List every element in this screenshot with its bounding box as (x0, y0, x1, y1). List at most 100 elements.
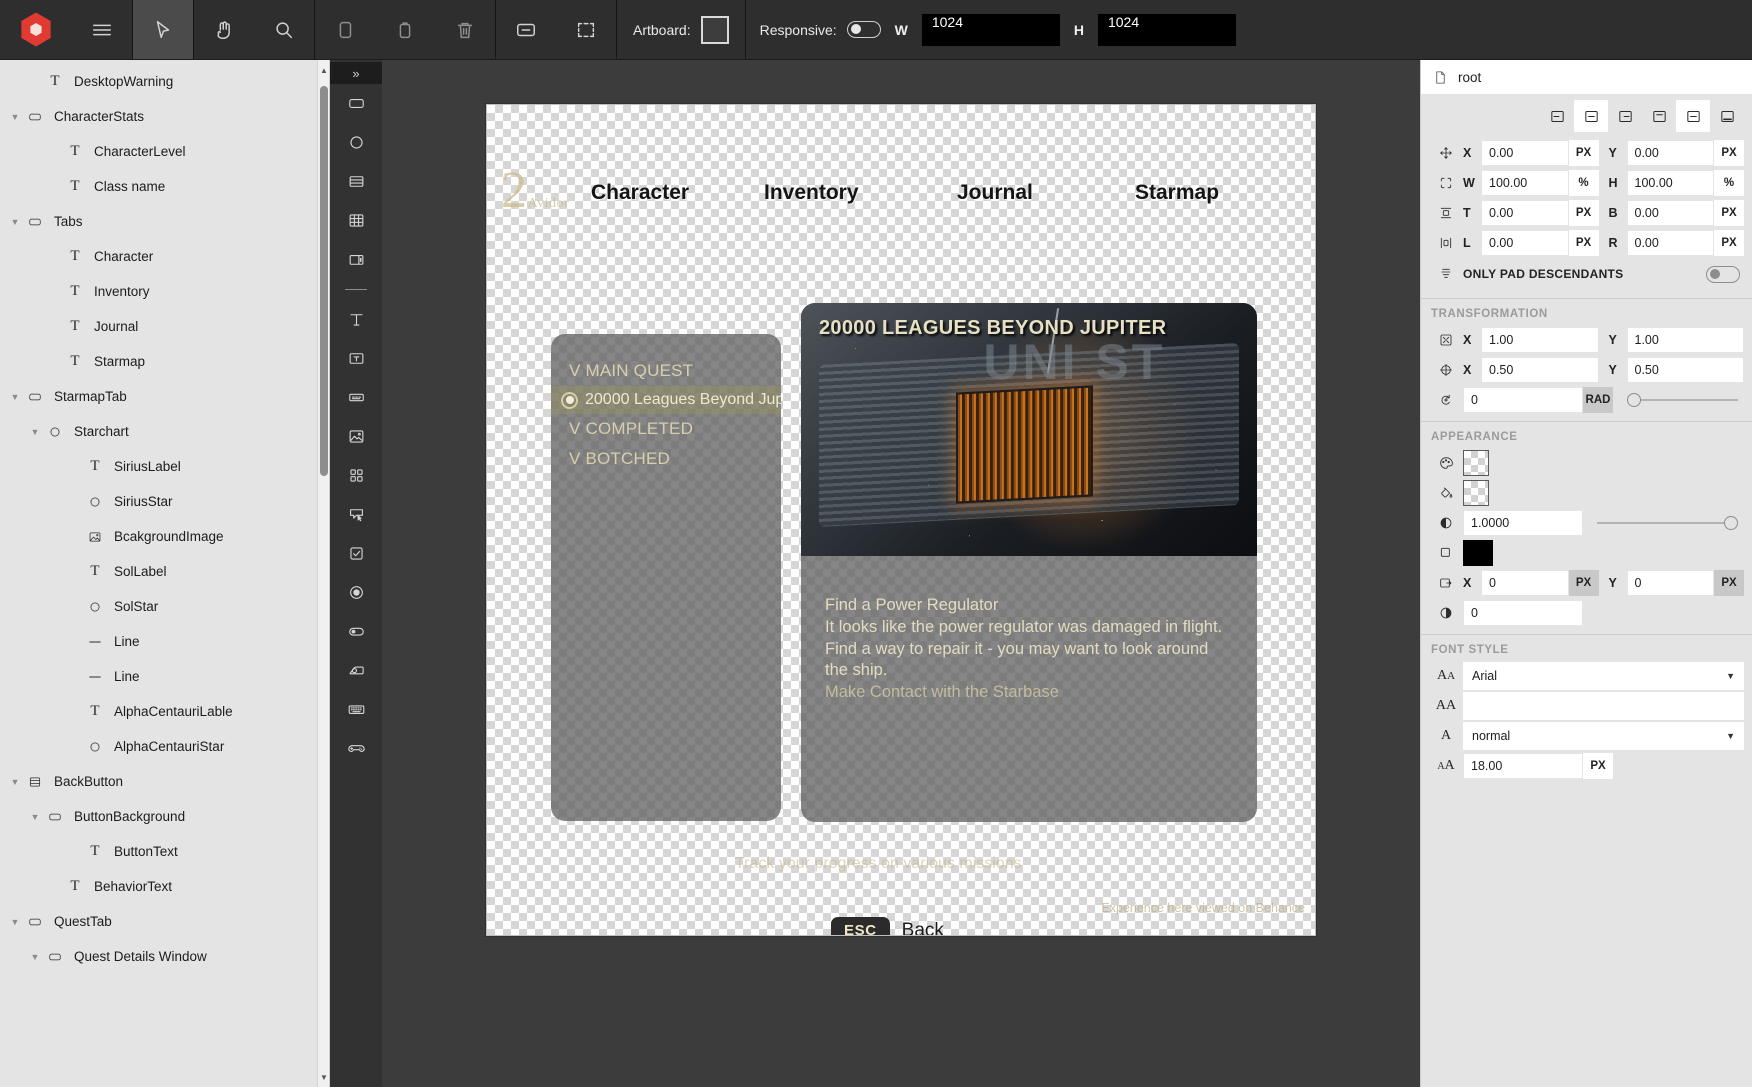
align-middle-v-icon[interactable] (1676, 100, 1710, 132)
layer-row-journal[interactable]: ▼TJournal (0, 309, 329, 344)
game-tab-starmap[interactable]: Starmap (1135, 181, 1219, 205)
scroll-up-icon[interactable]: ▲ (319, 64, 329, 76)
text-tool-icon[interactable] (330, 300, 382, 339)
properties-header[interactable]: root (1421, 60, 1752, 94)
r-unit[interactable]: PX (1714, 230, 1744, 256)
canvas-viewport[interactable]: 2Avidor Character Inventory Journal Star… (382, 60, 1420, 1087)
shadow-x-unit[interactable]: PX (1568, 570, 1599, 596)
game-tab-inventory[interactable]: Inventory (764, 181, 859, 205)
artboard-height-input[interactable]: 1024 (1097, 13, 1236, 46)
caret-down-icon[interactable]: ▼ (8, 390, 22, 404)
layer-row-siriusstar[interactable]: ▼SiriusStar (0, 484, 329, 519)
x-unit[interactable]: PX (1568, 140, 1599, 166)
scale-y-input[interactable]: 1.00 (1626, 327, 1744, 353)
w-input[interactable]: 100.00 (1481, 170, 1569, 196)
origin-y-input[interactable]: 0.50 (1626, 357, 1744, 383)
caret-down-icon[interactable]: ▼ (8, 915, 22, 929)
shadow-y-unit[interactable]: PX (1714, 570, 1744, 596)
scale-x-input[interactable]: 1.00 (1481, 327, 1599, 353)
keyboard-tool-icon[interactable] (330, 690, 382, 729)
layer-row-starchart[interactable]: ▼ Starchart (0, 414, 329, 449)
only-pad-descendants-toggle[interactable] (1706, 265, 1740, 283)
font-variant-input[interactable] (1463, 692, 1744, 720)
layer-row-siriuslabel[interactable]: ▼TSiriusLabel (0, 449, 329, 484)
expand-palette-icon[interactable]: » (330, 62, 382, 84)
align-right-icon[interactable] (1608, 100, 1642, 132)
caret-down-icon[interactable]: ▼ (28, 810, 42, 824)
layer-tree-scrollbar[interactable]: ▲ ▼ (317, 60, 329, 1087)
font-family-select[interactable]: Arial ▼ (1463, 662, 1744, 690)
b-unit[interactable]: PX (1714, 200, 1744, 226)
game-tab-journal[interactable]: Journal (957, 181, 1033, 205)
t-unit[interactable]: PX (1568, 200, 1599, 226)
rectangle-tool-icon[interactable] (330, 84, 382, 123)
stroke-swatch[interactable] (1463, 480, 1489, 506)
font-weight-select[interactable]: normal ▼ (1463, 722, 1744, 750)
caret-down-icon[interactable]: ▼ (8, 110, 22, 124)
layer-row-characterstats[interactable]: ▼ CharacterStats (0, 99, 329, 134)
hand-pan-icon[interactable] (194, 0, 254, 59)
button-tool-icon[interactable] (330, 495, 382, 534)
layer-row-starmap[interactable]: ▼TStarmap (0, 344, 329, 379)
paste-icon[interactable] (375, 0, 435, 59)
back-button[interactable]: ESC Back (831, 917, 944, 935)
app-logo[interactable] (0, 0, 72, 59)
caret-down-icon[interactable]: ▼ (28, 950, 42, 964)
layer-row-character[interactable]: ▼TCharacter (0, 239, 329, 274)
shadow-color-swatch[interactable] (1463, 540, 1493, 566)
origin-x-input[interactable]: 0.50 (1481, 357, 1599, 383)
layer-row-characterlevel[interactable]: ▼TCharacterLevel (0, 134, 329, 169)
quest-list-item-selected[interactable]: 20000 Leagues Beyond Jup (551, 386, 781, 414)
radio-tool-icon[interactable] (330, 573, 382, 612)
layer-row-backbutton[interactable]: ▼ BackButton (0, 764, 329, 799)
align-center-h-icon[interactable] (1574, 100, 1608, 132)
scroll-down-icon[interactable]: ▼ (319, 1071, 329, 1083)
slider-tool-icon[interactable] (330, 651, 382, 690)
layer-row-buttontext[interactable]: ▼TButtonText (0, 834, 329, 869)
w-unit[interactable]: % (1568, 170, 1599, 196)
image-tool-icon[interactable] (330, 417, 382, 456)
cursor-select-icon[interactable] (133, 0, 193, 59)
shadow-x-input[interactable]: 0 (1481, 570, 1569, 596)
gamepad-tool-icon[interactable] (330, 729, 382, 768)
search-icon[interactable] (254, 0, 314, 59)
quest-group-main[interactable]: V MAIN QUEST (551, 356, 781, 386)
fill-swatch[interactable] (1463, 450, 1489, 476)
layer-row-sollabel[interactable]: ▼TSolLabel (0, 554, 329, 589)
menu-icon[interactable] (72, 0, 132, 59)
l-unit[interactable]: PX (1568, 230, 1599, 256)
layer-row-quest-details-window[interactable]: ▼ Quest Details Window (0, 939, 329, 974)
grid-tool-icon[interactable] (330, 201, 382, 240)
copy-icon[interactable] (315, 0, 375, 59)
layer-row-questtab[interactable]: ▼ QuestTab (0, 904, 329, 939)
x-input[interactable]: 0.00 (1481, 140, 1569, 166)
layer-row-behaviortext[interactable]: ▼TBehaviorText (0, 869, 329, 904)
layer-row-alphacentaurilable[interactable]: ▼TAlphaCentauriLable (0, 694, 329, 729)
opacity-slider[interactable] (1597, 510, 1738, 536)
toggle-tool-icon[interactable] (330, 612, 382, 651)
align-left-icon[interactable] (1540, 100, 1574, 132)
r-input[interactable]: 0.00 (1626, 230, 1714, 256)
h-unit[interactable]: % (1714, 170, 1744, 196)
layer-row-class-name[interactable]: ▼TClass name (0, 169, 329, 204)
quest-group-botched[interactable]: V BOTCHED (551, 444, 781, 474)
align-top-icon[interactable] (1642, 100, 1676, 132)
opacity-input[interactable]: 1.0000 (1463, 510, 1583, 536)
trash-icon[interactable] (435, 0, 495, 59)
layer-row-buttonbackground[interactable]: ▼ ButtonBackground (0, 799, 329, 834)
align-bottom-icon[interactable] (1710, 100, 1744, 132)
ellipse-tool-icon[interactable] (330, 123, 382, 162)
list-tool-icon[interactable] (330, 162, 382, 201)
blur-input[interactable]: 0 (1463, 600, 1583, 626)
game-tab-character[interactable]: Character (591, 181, 689, 205)
artboard[interactable]: 2Avidor Character Inventory Journal Star… (486, 104, 1316, 936)
t-input[interactable]: 0.00 (1481, 200, 1569, 226)
scrollbar-thumb[interactable] (320, 86, 328, 476)
caret-down-icon[interactable]: ▼ (8, 775, 22, 789)
y-input[interactable]: 0.00 (1626, 140, 1714, 166)
layer-row-desktopwarning[interactable]: ▼TDesktopWarning (0, 64, 329, 99)
font-size-unit[interactable]: PX (1583, 753, 1613, 779)
layer-row-bcakgroundimage[interactable]: ▼BcakgroundImage (0, 519, 329, 554)
rotation-slider[interactable] (1627, 387, 1738, 413)
layer-row-line[interactable]: ▼Line (0, 659, 329, 694)
